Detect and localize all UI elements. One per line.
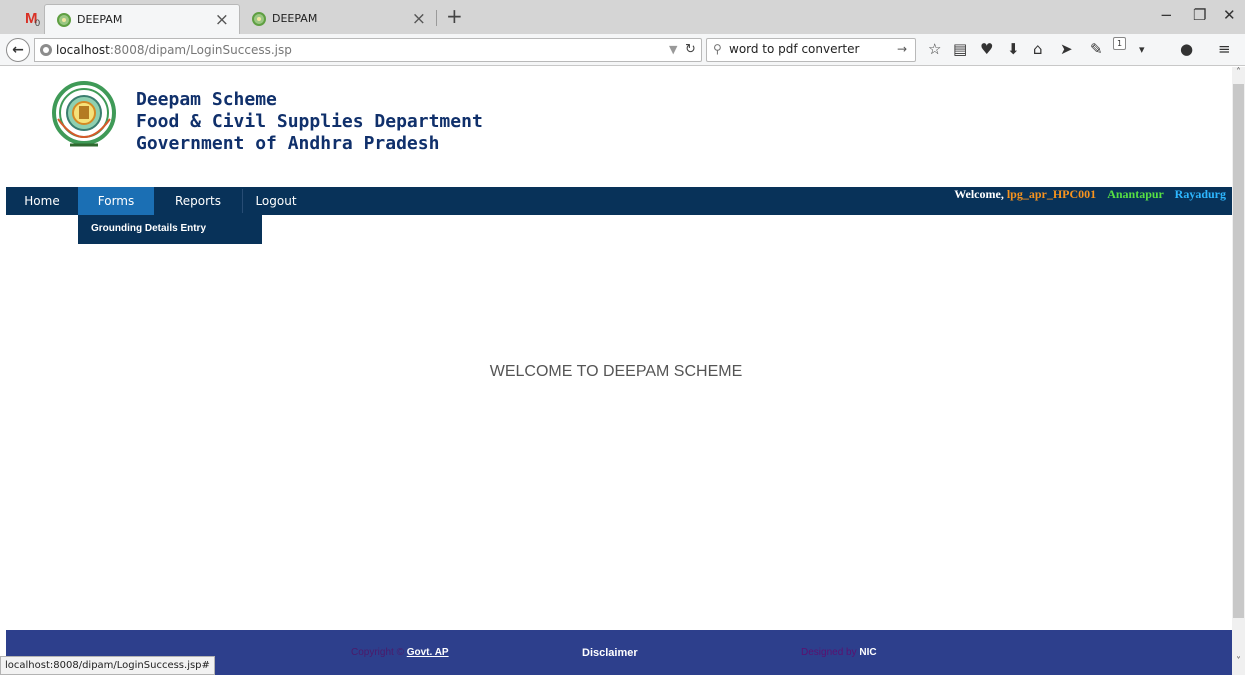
search-icon: ⚲ [713, 42, 722, 56]
ap-emblem-favicon-icon [57, 13, 71, 27]
chat-icon[interactable]: ● [1180, 40, 1193, 58]
scroll-up-arrow-icon[interactable]: ˄ [1232, 67, 1245, 84]
search-go-arrow-icon[interactable]: → [897, 42, 907, 56]
dropdown-arrow-icon[interactable]: ▼ [669, 43, 677, 56]
menu-icon[interactable]: ≡ [1218, 40, 1231, 58]
browser-window: M 0 DEEPAM × DEEPAM × + − ❐ ✕ ← localhos… [0, 0, 1245, 675]
page-content: Deepam Scheme Food & Civil Supplies Depa… [0, 67, 1232, 675]
download-icon[interactable]: ⬇ [1007, 40, 1020, 58]
tab-strip: M 0 DEEPAM × DEEPAM × + − ❐ ✕ [0, 0, 1245, 34]
submenu-item-grounding-details-entry[interactable]: Grounding Details Entry [91, 223, 206, 234]
designed-by-text: Designed by NIC [801, 647, 877, 658]
header-line-scheme: Deepam Scheme [136, 89, 277, 110]
menu-item-forms[interactable]: Forms [78, 187, 154, 215]
scrollbar-thumb[interactable] [1233, 84, 1244, 618]
tab-title: DEEPAM [77, 13, 123, 26]
district-label: Anantapur [1107, 187, 1164, 201]
copyright-label: Copyright © [351, 647, 404, 658]
pocket-icon[interactable]: ♥ [980, 40, 993, 58]
welcome-prefix: Welcome, [954, 187, 1004, 201]
site-header-title: Deepam Scheme Food & Civil Supplies Depa… [136, 89, 483, 155]
disclaimer-link[interactable]: Disclaimer [582, 647, 638, 659]
minimize-button[interactable]: − [1160, 6, 1173, 24]
url-text[interactable]: localhost:8008/dipam/LoginSuccess.jsp [56, 43, 292, 57]
andhra-pradesh-emblem-logo [52, 81, 116, 147]
mandal-label: Rayadurg [1174, 187, 1226, 201]
copyright-text: Copyright © Govt. AP [351, 647, 449, 658]
extension-icon[interactable]: ✎ [1090, 40, 1103, 58]
govt-ap-link[interactable]: Govt. AP [407, 647, 449, 658]
address-bar[interactable]: localhost:8008/dipam/LoginSuccess.jsp ▼ … [34, 38, 702, 62]
globe-icon [40, 44, 52, 56]
window-close-button[interactable]: ✕ [1223, 6, 1236, 24]
menu-item-home[interactable]: Home [6, 187, 78, 215]
nic-link[interactable]: NIC [859, 647, 876, 658]
notification-badge: 1 [1113, 37, 1126, 50]
welcome-message: WELCOME TO DEEPAM SCHEME [489, 363, 743, 380]
gmail-unread-count: 0 [35, 18, 41, 28]
reading-list-icon[interactable]: ▤ [953, 40, 967, 58]
header-line-government: Government of Andhra Pradesh [136, 133, 440, 154]
back-arrow-icon[interactable]: ← [6, 38, 30, 62]
forms-dropdown-menu: Grounding Details Entry [78, 215, 262, 244]
username-label: lpg_apr_HPC001 [1006, 187, 1097, 201]
reload-icon[interactable]: ↻ [685, 42, 696, 57]
restore-button[interactable]: ❐ [1193, 6, 1206, 24]
main-menu-bar: Home Forms Reports Logout Welcome, lpg_a… [6, 187, 1232, 215]
navigation-toolbar: ← localhost:8008/dipam/LoginSuccess.jsp … [0, 34, 1245, 66]
tab-deepam-inactive[interactable]: DEEPAM × [240, 4, 436, 34]
share-icon[interactable]: ➤ [1060, 40, 1073, 58]
status-bar-url: localhost:8008/dipam/LoginSuccess.jsp# [0, 656, 215, 675]
scroll-down-arrow-icon[interactable]: ˅ [1232, 656, 1245, 673]
search-input[interactable] [729, 42, 879, 56]
menu-item-reports[interactable]: Reports [154, 187, 242, 215]
close-tab-icon[interactable]: × [215, 10, 229, 30]
menu-item-logout[interactable]: Logout [243, 187, 309, 215]
welcome-user-info: Welcome, lpg_apr_HPC001 Anantapur Rayadu… [954, 187, 1226, 215]
tab-separator [436, 10, 437, 26]
star-icon[interactable]: ☆ [928, 40, 941, 58]
new-tab-button[interactable]: + [446, 4, 463, 28]
header-line-department: Food & Civil Supplies Department [136, 111, 483, 132]
tab-title: DEEPAM [272, 12, 318, 25]
ap-emblem-favicon-icon [252, 12, 266, 26]
home-icon[interactable]: ⌂ [1033, 40, 1043, 58]
designed-by-label: Designed by [801, 647, 857, 658]
overflow-icon[interactable]: ▾ [1139, 43, 1145, 56]
tab-deepam-active[interactable]: DEEPAM × [44, 4, 240, 34]
search-bar[interactable]: ⚲ → [706, 38, 916, 62]
close-tab-icon[interactable]: × [412, 9, 426, 29]
